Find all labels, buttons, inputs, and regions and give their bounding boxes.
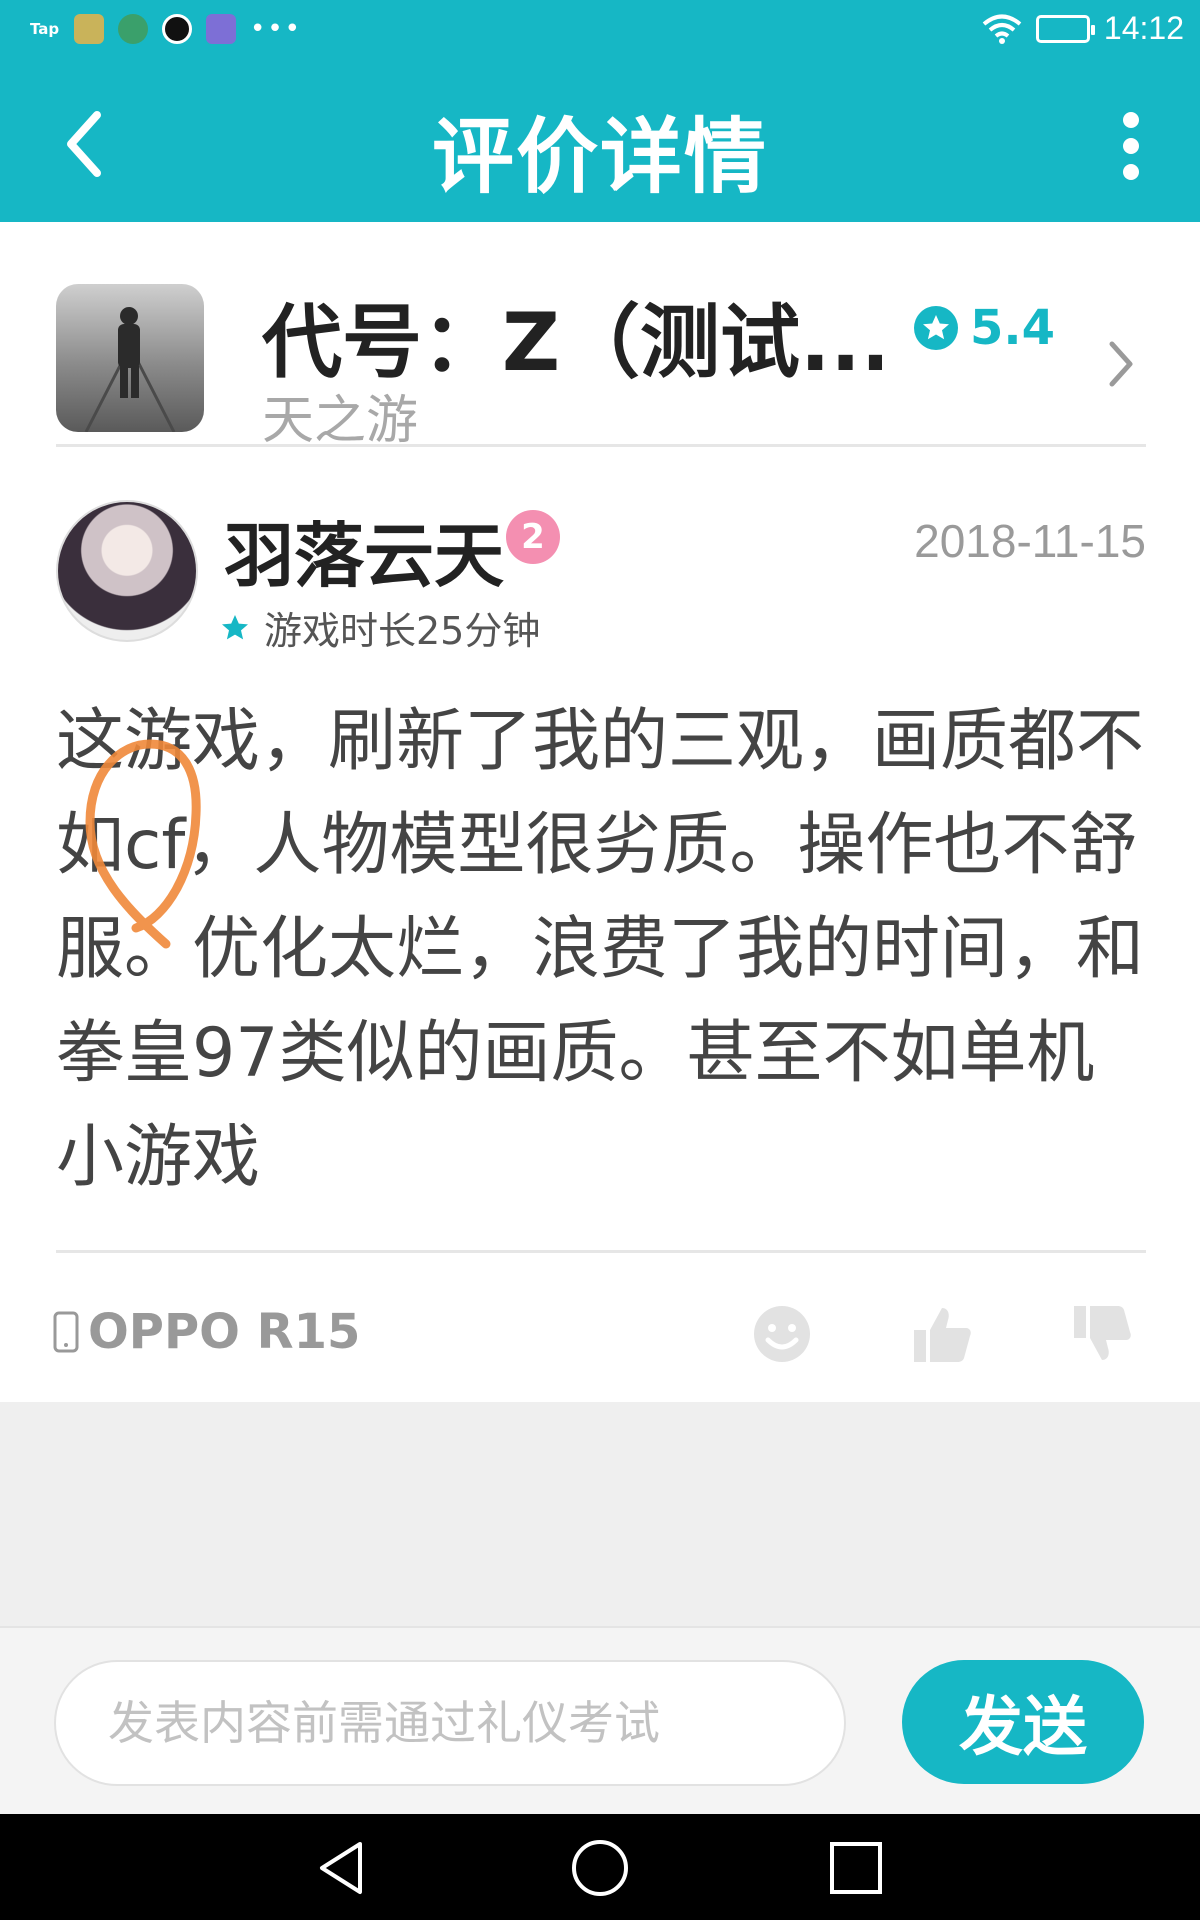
clock: 14:12 <box>1103 10 1184 46</box>
circle-home-icon <box>572 1840 628 1896</box>
battery-icon <box>1035 14 1095 43</box>
open-game-button[interactable] <box>1096 334 1146 394</box>
more-vertical-icon-dot <box>1123 164 1139 180</box>
nav-recents-button[interactable] <box>824 1836 888 1900</box>
status-bar: Tap ••• 14:12 <box>0 0 1200 62</box>
device-name: OPPO R15 <box>88 1304 361 1360</box>
thumbs-down-icon <box>1074 1306 1131 1360</box>
system-nav-bar <box>0 1814 1200 1920</box>
divider <box>56 444 1146 447</box>
nav-home-button[interactable] <box>568 1836 632 1900</box>
more-vertical-icon-dot <box>1123 112 1139 128</box>
browser-app-icon <box>118 14 148 44</box>
status-bar-notifications: Tap ••• <box>30 14 302 44</box>
taptap-notification-icon: Tap <box>30 20 60 38</box>
game-icon[interactable] <box>56 284 204 432</box>
more-vertical-icon-dot <box>1123 138 1139 154</box>
smiley-icon <box>754 1306 810 1362</box>
chevron-right-icon <box>1109 341 1133 387</box>
more-options-button[interactable] <box>1096 106 1166 186</box>
gallery-app-icon <box>206 14 236 44</box>
more-notifications-icon: ••• <box>250 14 303 44</box>
review-text: 这游戏，刷新了我的三观，画质都不如cf，人物模型很劣质。操作也不舒服。优化太烂，… <box>56 702 1145 1197</box>
star-icon <box>222 614 248 639</box>
emoji-react-button[interactable] <box>750 1302 814 1366</box>
level-badge: 2 <box>506 510 560 564</box>
game-cover-figure-icon <box>84 307 176 432</box>
nav-back-button[interactable] <box>310 1836 374 1900</box>
divider <box>56 1250 1146 1253</box>
review-date: 2018-11-15 <box>914 515 1146 567</box>
review-card: 代号：Z（测试... 天之游 5.4 羽落云天 2 2018-11-15 游戏时… <box>0 222 1200 1402</box>
thumbs-up-button[interactable] <box>910 1302 974 1366</box>
game-summary-row[interactable]: 代号：Z（测试... 天之游 5.4 <box>56 260 1146 451</box>
playtime-text: 游戏时长25分钟 <box>264 609 541 653</box>
app-bar: 评价详情 <box>0 62 1200 222</box>
avatar[interactable] <box>56 500 198 642</box>
game-name: 代号：Z（测试... <box>262 296 882 389</box>
square-recents-icon <box>830 1842 882 1894</box>
game-score: 5.4 <box>914 300 1055 356</box>
wallet-app-icon <box>74 14 104 44</box>
qq-app-icon <box>162 14 192 44</box>
comment-input[interactable] <box>54 1660 846 1786</box>
star-badge-icon <box>914 306 958 350</box>
thumbs-up-icon <box>914 1308 971 1362</box>
send-button[interactable]: 发送 <box>902 1660 1144 1784</box>
status-bar-system: 14:12 <box>982 10 1184 47</box>
playtime: 游戏时长25分钟 <box>220 600 540 655</box>
reviewer-name[interactable]: 羽落云天 <box>224 500 504 601</box>
phone-icon <box>53 1311 79 1353</box>
triangle-back-icon <box>320 1842 362 1894</box>
wifi-icon <box>982 14 1022 44</box>
comment-bar: 发送 <box>0 1626 1200 1814</box>
page-title: 评价详情 <box>431 110 768 205</box>
game-developer: 天之游 <box>262 391 419 451</box>
device-info: OPPO R15 <box>52 1304 360 1360</box>
reviewer-row: 羽落云天 2 2018-11-15 游戏时长25分钟 <box>56 500 1146 653</box>
thumbs-down-button[interactable] <box>1070 1302 1134 1366</box>
score-value: 5.4 <box>970 300 1056 356</box>
